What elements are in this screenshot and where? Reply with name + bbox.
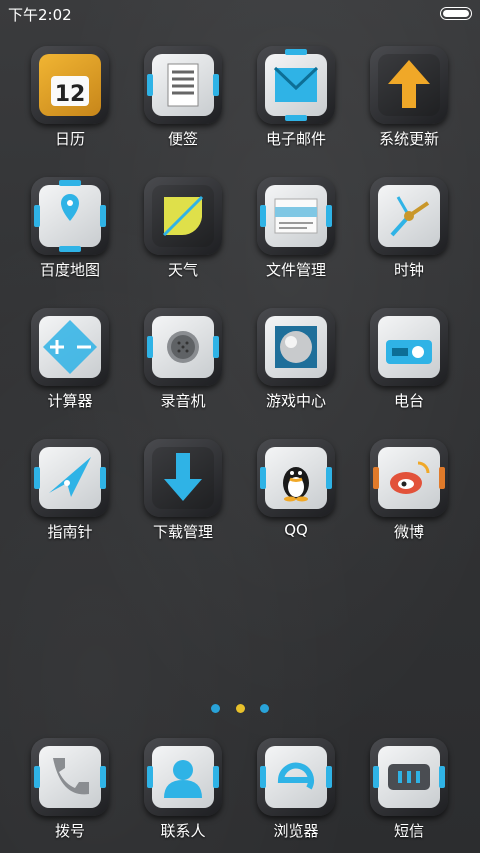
dock-messages[interactable]: 短信 — [354, 732, 464, 852]
app-label: 指南针 — [47, 523, 93, 541]
calendar-icon: 12 — [31, 46, 109, 124]
file-manager-icon — [257, 177, 335, 255]
app-qq[interactable]: QQ — [241, 433, 351, 553]
recorder-icon — [144, 308, 222, 386]
app-label: 游戏中心 — [265, 392, 326, 410]
app-email[interactable]: 电子邮件 — [241, 40, 351, 160]
app-label: 便签 — [167, 130, 198, 148]
contacts-icon — [144, 738, 222, 816]
weibo-icon — [370, 439, 448, 517]
dock-phone[interactable]: 拨号 — [15, 732, 125, 852]
app-notes[interactable]: 便签 — [128, 40, 238, 160]
page-dot[interactable] — [211, 704, 221, 713]
radio-icon — [370, 308, 448, 386]
page-dot-active[interactable] — [235, 704, 245, 713]
app-label: 微博 — [393, 523, 424, 541]
app-label: 下载管理 — [152, 523, 213, 541]
app-label: 电台 — [393, 392, 424, 410]
app-game-center[interactable]: 游戏中心 — [241, 302, 351, 422]
page-dot[interactable] — [259, 704, 269, 713]
app-label: QQ — [284, 521, 308, 539]
compass-icon — [31, 439, 109, 517]
status-time: 下午2:02 — [8, 6, 72, 24]
dock-contacts[interactable]: 联系人 — [128, 732, 238, 852]
status-bar: 下午2:02 — [0, 0, 480, 26]
app-label: 拨号 — [54, 822, 85, 840]
svg-text:12: 12 — [55, 82, 86, 107]
dock: 拨号 联系人 浏览器 短信 — [0, 732, 480, 853]
qq-icon — [257, 439, 335, 517]
download-icon — [144, 439, 222, 517]
app-label: 天气 — [167, 261, 198, 279]
battery-icon — [440, 7, 472, 20]
update-icon — [370, 46, 448, 124]
phone-icon — [31, 738, 109, 816]
app-label: 系统更新 — [378, 130, 439, 148]
game-center-icon — [257, 308, 335, 386]
app-clock[interactable]: 时钟 — [354, 171, 464, 291]
map-icon — [31, 177, 109, 255]
app-update[interactable]: 系统更新 — [354, 40, 464, 160]
app-compass[interactable]: 指南针 — [15, 433, 125, 553]
notes-icon — [144, 46, 222, 124]
app-calculator[interactable]: 计算器 — [15, 302, 125, 422]
messages-icon — [370, 738, 448, 816]
browser-icon — [257, 738, 335, 816]
clock-icon — [370, 177, 448, 255]
app-download[interactable]: 下载管理 — [128, 433, 238, 553]
app-label: 电子邮件 — [265, 130, 326, 148]
app-label: 录音机 — [160, 392, 206, 410]
app-label: 浏览器 — [273, 822, 319, 840]
app-label: 计算器 — [47, 392, 93, 410]
app-map[interactable]: 百度地图 — [15, 171, 125, 291]
calculator-icon — [31, 308, 109, 386]
app-label: 日历 — [54, 130, 85, 148]
app-file-manager[interactable]: 文件管理 — [241, 171, 351, 291]
weather-icon — [144, 177, 222, 255]
dock-browser[interactable]: 浏览器 — [241, 732, 351, 852]
app-weather[interactable]: 天气 — [128, 171, 238, 291]
app-label: 短信 — [393, 822, 424, 840]
app-recorder[interactable]: 录音机 — [128, 302, 238, 422]
app-weibo[interactable]: 微博 — [354, 433, 464, 553]
app-radio[interactable]: 电台 — [354, 302, 464, 422]
page-indicator[interactable] — [0, 698, 480, 717]
email-icon — [257, 46, 335, 124]
app-label: 时钟 — [393, 261, 424, 279]
app-label: 文件管理 — [265, 261, 326, 279]
app-label: 百度地图 — [39, 261, 100, 279]
app-calendar[interactable]: 12 日历 — [15, 40, 125, 160]
app-label: 联系人 — [160, 822, 206, 840]
